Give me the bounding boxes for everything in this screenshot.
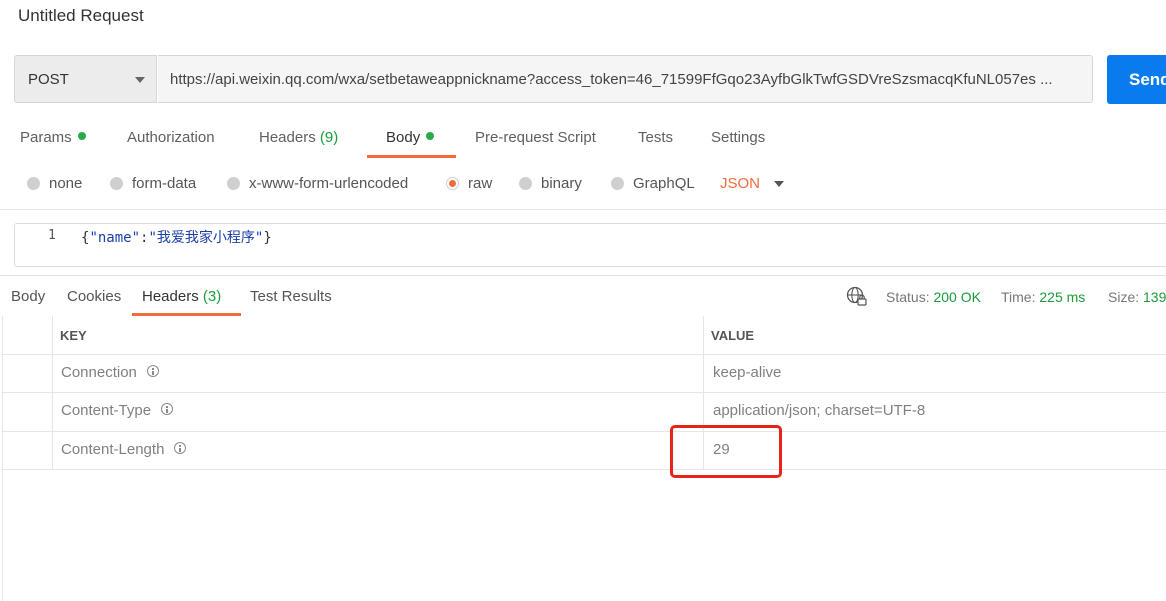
line-number: 1 bbox=[48, 228, 56, 243]
url-input[interactable]: https://api.weixin.qq.com/wxa/setbetawea… bbox=[158, 55, 1093, 103]
radio-binary[interactable]: binary bbox=[519, 175, 582, 193]
divider bbox=[0, 209, 1166, 210]
radio-graphql[interactable]: GraphQL bbox=[611, 175, 695, 193]
radio-form-data[interactable]: form-data bbox=[110, 175, 196, 193]
response-tab-headers[interactable]: Headers (3) bbox=[142, 288, 221, 306]
params-active-dot bbox=[77, 132, 86, 140]
row-divider bbox=[2, 354, 1166, 355]
response-tab-body[interactable]: Body bbox=[11, 288, 45, 306]
tab-params-label: Params bbox=[20, 129, 72, 146]
code-value: "我爱我家小程序" bbox=[148, 230, 264, 246]
tab-body[interactable]: Body bbox=[386, 129, 435, 147]
column-header-value: VALUE bbox=[711, 328, 755, 343]
info-icon[interactable] bbox=[146, 365, 159, 377]
table-border bbox=[2, 316, 3, 601]
time-readout: Time: 225 ms bbox=[1001, 289, 1085, 305]
size-label: Size: bbox=[1108, 289, 1140, 305]
divider bbox=[0, 275, 1166, 276]
tab-headers-label: Headers bbox=[259, 129, 316, 146]
info-icon[interactable] bbox=[161, 403, 174, 415]
status-value: 200 OK bbox=[933, 289, 981, 305]
active-tab-indicator bbox=[132, 313, 241, 316]
table-row-key: Content-Type bbox=[61, 402, 174, 420]
radio-none-label: none bbox=[49, 175, 83, 192]
status-label: Status: bbox=[886, 289, 930, 305]
response-tab-test-results[interactable]: Test Results bbox=[250, 288, 332, 306]
radio-binary-label: binary bbox=[541, 175, 582, 192]
method-label: POST bbox=[28, 71, 69, 88]
tab-tests[interactable]: Tests bbox=[638, 129, 673, 147]
row-divider bbox=[2, 469, 1166, 470]
send-button[interactable]: Send bbox=[1107, 55, 1166, 104]
size-value: 139 bbox=[1143, 289, 1166, 305]
time-value: 225 ms bbox=[1039, 289, 1086, 305]
response-tab-headers-label: Headers bbox=[142, 288, 199, 305]
size-readout: Size: 139 bbox=[1108, 289, 1166, 305]
tab-prerequest-script[interactable]: Pre-request Script bbox=[475, 129, 596, 147]
tab-params[interactable]: Params bbox=[20, 129, 86, 147]
request-title[interactable]: Untitled Request bbox=[18, 6, 144, 26]
radio-circle bbox=[110, 177, 123, 190]
radio-urlencoded[interactable]: x-www-form-urlencoded bbox=[227, 175, 408, 193]
tab-body-label: Body bbox=[386, 129, 421, 146]
chevron-down-icon[interactable] bbox=[774, 181, 784, 187]
method-select[interactable]: POST bbox=[14, 55, 157, 103]
header-key: Connection bbox=[61, 364, 137, 381]
tab-authorization[interactable]: Authorization bbox=[127, 129, 215, 147]
response-tab-cookies[interactable]: Cookies bbox=[67, 288, 121, 306]
header-key: Content-Type bbox=[61, 402, 152, 419]
radio-circle bbox=[27, 177, 40, 190]
row-divider bbox=[2, 392, 1166, 393]
radio-raw[interactable]: raw bbox=[446, 175, 492, 193]
radio-circle bbox=[227, 177, 240, 190]
code-line[interactable]: {"name":"我爱我家小程序"} bbox=[81, 227, 272, 247]
header-key: Content-Length bbox=[61, 441, 165, 458]
info-icon[interactable] bbox=[174, 442, 187, 454]
tab-headers[interactable]: Headers (9) bbox=[259, 129, 338, 147]
code-key: "name" bbox=[89, 230, 141, 246]
column-header-key: KEY bbox=[60, 328, 87, 343]
globe-lock-icon[interactable] bbox=[846, 286, 868, 308]
radio-circle-selected bbox=[446, 177, 459, 190]
active-tab-indicator bbox=[367, 155, 456, 158]
header-value: keep-alive bbox=[713, 364, 782, 381]
radio-graphql-label: GraphQL bbox=[633, 175, 695, 192]
table-border bbox=[52, 316, 53, 470]
tab-headers-count: (9) bbox=[319, 129, 339, 146]
header-value: application/json; charset=UTF-8 bbox=[713, 402, 926, 419]
chevron-down-icon bbox=[135, 77, 145, 83]
code-close-brace: } bbox=[263, 230, 272, 246]
response-tab-headers-count: (3) bbox=[202, 288, 222, 305]
time-label: Time: bbox=[1001, 289, 1036, 305]
radio-circle bbox=[611, 177, 624, 190]
annotation-highlight-box bbox=[670, 425, 782, 478]
table-row-key: Connection bbox=[61, 364, 159, 382]
body-active-dot bbox=[426, 132, 435, 140]
row-divider bbox=[2, 431, 1166, 432]
status-readout: Status: 200 OK bbox=[886, 289, 981, 305]
radio-urlencoded-label: x-www-form-urlencoded bbox=[249, 175, 409, 192]
tab-settings[interactable]: Settings bbox=[711, 129, 765, 147]
radio-raw-label: raw bbox=[468, 175, 493, 192]
body-format-select[interactable]: JSON bbox=[720, 175, 760, 192]
radio-circle bbox=[519, 177, 532, 190]
radio-none[interactable]: none bbox=[27, 175, 82, 193]
table-row-key: Content-Length bbox=[61, 441, 187, 459]
radio-form-data-label: form-data bbox=[132, 175, 197, 192]
